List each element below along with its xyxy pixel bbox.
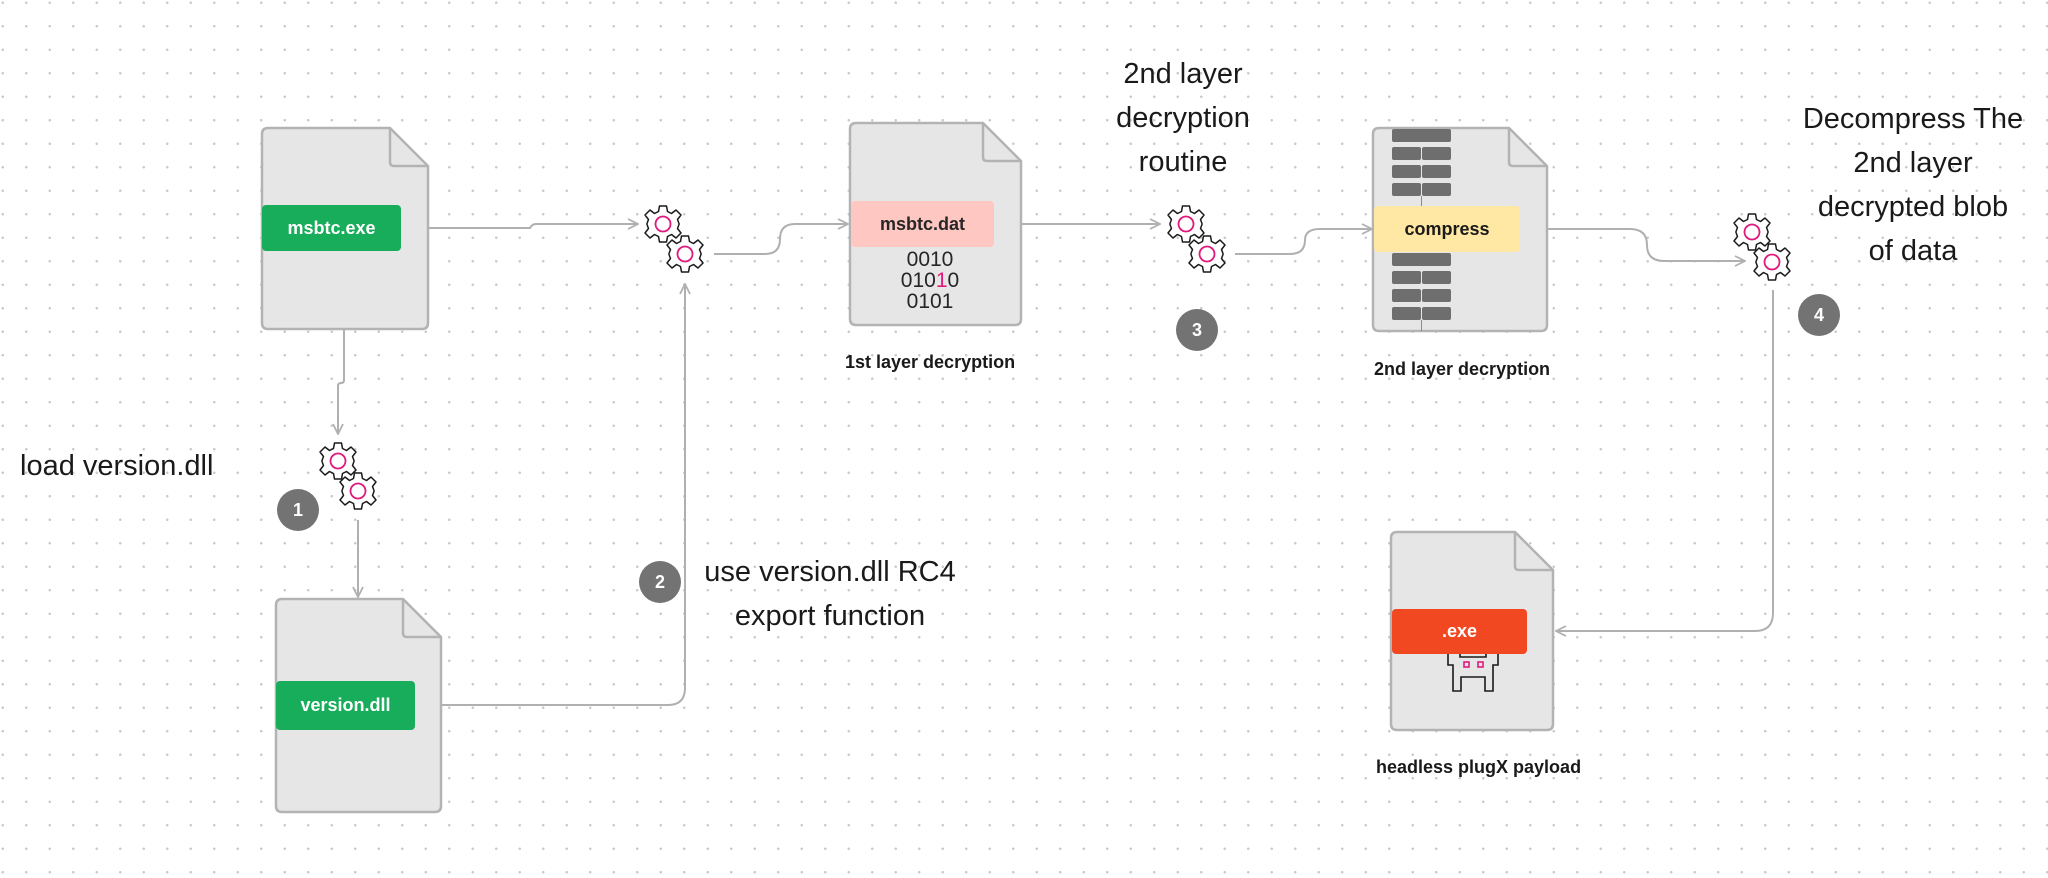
note-rc4-line-0: use version.dll RC4 — [704, 556, 956, 588]
note-rc4-export: use version.dll RC4 export function — [690, 550, 970, 638]
label-compress: compress — [1374, 206, 1520, 252]
note-decompress-line-0: Decompress The — [1802, 103, 2024, 135]
note-2nd-layer-routine: 2nd layer decryption routine — [1083, 52, 1283, 184]
note-decompress-line-1: 2nd layer — [1853, 147, 1973, 179]
gears-icon-load — [319, 442, 377, 510]
note-rc4-line-1: export function — [734, 600, 926, 632]
note-routine-line-2: routine — [1138, 146, 1228, 178]
gears-icon-decrypt — [1167, 205, 1226, 273]
gears-icon-rc4 — [644, 205, 704, 273]
note-decompress-line-2: decrypted blob — [1817, 191, 2009, 223]
caption-2nd-layer: 2nd layer decryption — [1374, 359, 1551, 379]
label-msbtc-exe: msbtc.exe — [262, 205, 401, 251]
note-routine-line-0: 2nd layer — [1123, 58, 1243, 90]
connector-compress-to-gears — [1548, 228, 1745, 261]
connector-exe-to-gears — [428, 224, 638, 228]
binary-data: 0010 01010 0101 — [880, 249, 980, 312]
label-version-dll: version.dll — [276, 681, 415, 730]
note-load-version-dll: load version.dll — [20, 450, 214, 482]
connector-exe-to-load-gears — [338, 330, 345, 434]
step-badge-2: 2 — [639, 561, 681, 603]
binary-line-2: 0101 — [906, 290, 954, 313]
step-badge-3: 3 — [1176, 309, 1218, 351]
note-routine-line-1: decryption — [1116, 102, 1250, 134]
highlighted-bit: 1 — [935, 269, 948, 292]
connector-gears-to-dat — [714, 224, 848, 255]
caption-1st-layer: 1st layer decryption — [845, 352, 1016, 372]
binary-line-1: 01010 — [900, 269, 960, 292]
label-msbtc-dat: msbtc.dat — [851, 201, 994, 247]
step-badge-4: 4 — [1798, 294, 1840, 336]
binary-line-0: 0010 — [906, 248, 954, 271]
caption-payload: headless plugX payload — [1376, 757, 1582, 777]
note-decompress-line-3: of data — [1868, 235, 1958, 267]
connectors — [338, 224, 1774, 706]
connector-gears-to-payload — [1556, 290, 1774, 631]
note-decompress: Decompress The 2nd layer decrypted blob … — [1790, 97, 2036, 273]
label-exe: .exe — [1392, 609, 1527, 654]
gears-icon-decompress — [1733, 213, 1791, 281]
connector-dll-to-gears — [442, 284, 685, 706]
step-badge-1: 1 — [277, 489, 319, 531]
connector-gears-to-compress — [1235, 229, 1372, 255]
diagram-canvas — [260, 121, 1791, 814]
